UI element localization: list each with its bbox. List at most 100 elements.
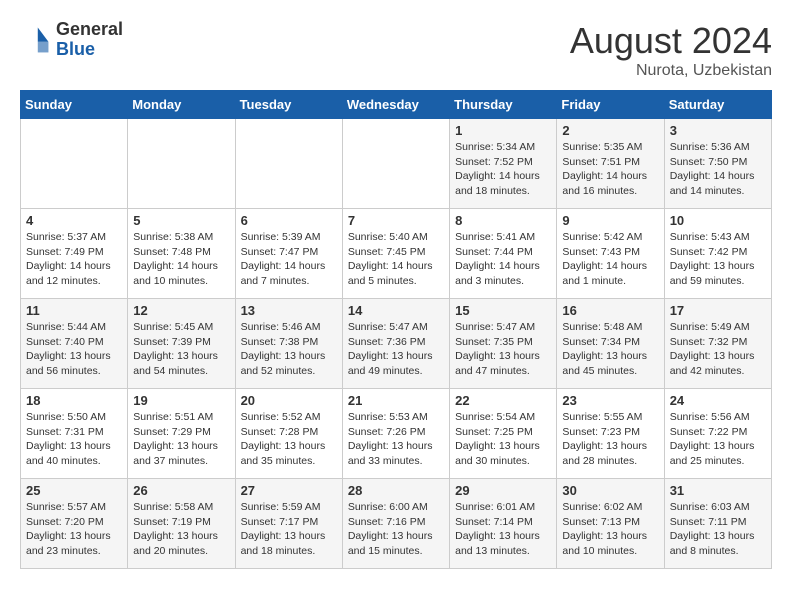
cell-info: Sunrise: 5:52 AM Sunset: 7:28 PM Dayligh… [241, 410, 337, 469]
calendar-cell: 13 Sunrise: 5:46 AM Sunset: 7:38 PM Dayli… [235, 299, 342, 389]
header-friday: Friday [557, 91, 664, 119]
cell-info: Sunrise: 6:03 AM Sunset: 7:11 PM Dayligh… [670, 500, 766, 559]
day-number: 15 [455, 303, 551, 318]
week-row-2: 4 Sunrise: 5:37 AM Sunset: 7:49 PM Daylig… [21, 209, 772, 299]
day-number: 17 [670, 303, 766, 318]
cell-info: Sunrise: 5:59 AM Sunset: 7:17 PM Dayligh… [241, 500, 337, 559]
logo: General Blue [20, 20, 123, 60]
calendar-cell: 17 Sunrise: 5:49 AM Sunset: 7:32 PM Dayli… [664, 299, 771, 389]
day-number: 27 [241, 483, 337, 498]
logo-blue-text: Blue [56, 40, 123, 60]
cell-info: Sunrise: 6:02 AM Sunset: 7:13 PM Dayligh… [562, 500, 658, 559]
cell-info: Sunrise: 6:01 AM Sunset: 7:14 PM Dayligh… [455, 500, 551, 559]
cell-info: Sunrise: 5:38 AM Sunset: 7:48 PM Dayligh… [133, 230, 229, 289]
cell-info: Sunrise: 5:34 AM Sunset: 7:52 PM Dayligh… [455, 140, 551, 199]
cell-info: Sunrise: 5:35 AM Sunset: 7:51 PM Dayligh… [562, 140, 658, 199]
day-number: 4 [26, 213, 122, 228]
day-number: 16 [562, 303, 658, 318]
day-number: 2 [562, 123, 658, 138]
cell-info: Sunrise: 5:42 AM Sunset: 7:43 PM Dayligh… [562, 230, 658, 289]
day-number: 5 [133, 213, 229, 228]
calendar-cell: 1 Sunrise: 5:34 AM Sunset: 7:52 PM Daylig… [450, 119, 557, 209]
header-tuesday: Tuesday [235, 91, 342, 119]
header-monday: Monday [128, 91, 235, 119]
week-row-4: 18Sunrise: 5:50 AM Sunset: 7:31 PM Dayli… [21, 389, 772, 479]
cell-info: Sunrise: 5:55 AM Sunset: 7:23 PM Dayligh… [562, 410, 658, 469]
day-number: 29 [455, 483, 551, 498]
calendar-cell: 8 Sunrise: 5:41 AM Sunset: 7:44 PM Daylig… [450, 209, 557, 299]
calendar-table: SundayMondayTuesdayWednesdayThursdayFrid… [20, 90, 772, 569]
day-number: 21 [348, 393, 444, 408]
cell-info: Sunrise: 5:44 AM Sunset: 7:40 PM Dayligh… [26, 320, 122, 379]
day-number: 14 [348, 303, 444, 318]
cell-info: Sunrise: 5:49 AM Sunset: 7:32 PM Dayligh… [670, 320, 766, 379]
calendar-cell: 16 Sunrise: 5:48 AM Sunset: 7:34 PM Dayli… [557, 299, 664, 389]
day-number: 31 [670, 483, 766, 498]
day-number: 8 [455, 213, 551, 228]
cell-info: Sunrise: 5:37 AM Sunset: 7:49 PM Dayligh… [26, 230, 122, 289]
calendar-cell: 22 Sunrise: 5:54 AM Sunset: 7:25 PM Dayli… [450, 389, 557, 479]
day-number: 19 [133, 393, 229, 408]
cell-info: Sunrise: 5:56 AM Sunset: 7:22 PM Dayligh… [670, 410, 766, 469]
calendar-cell: 3Sunrise: 5:36 AM Sunset: 7:50 PM Daylig… [664, 119, 771, 209]
day-number: 12 [133, 303, 229, 318]
calendar-cell: 28Sunrise: 6:00 AM Sunset: 7:16 PM Dayli… [342, 479, 449, 569]
month-year: August 2024 [570, 20, 772, 62]
calendar-cell: 12 Sunrise: 5:45 AM Sunset: 7:39 PM Dayli… [128, 299, 235, 389]
calendar-cell: 10Sunrise: 5:43 AM Sunset: 7:42 PM Dayli… [664, 209, 771, 299]
calendar-cell: 30Sunrise: 6:02 AM Sunset: 7:13 PM Dayli… [557, 479, 664, 569]
calendar-cell: 29 Sunrise: 6:01 AM Sunset: 7:14 PM Dayli… [450, 479, 557, 569]
logo-text: General Blue [56, 20, 123, 60]
calendar-body: 1 Sunrise: 5:34 AM Sunset: 7:52 PM Daylig… [21, 119, 772, 569]
day-number: 1 [455, 123, 551, 138]
header-row: SundayMondayTuesdayWednesdayThursdayFrid… [21, 91, 772, 119]
calendar-cell: 9 Sunrise: 5:42 AM Sunset: 7:43 PM Daylig… [557, 209, 664, 299]
cell-info: Sunrise: 5:43 AM Sunset: 7:42 PM Dayligh… [670, 230, 766, 289]
cell-info: Sunrise: 5:39 AM Sunset: 7:47 PM Dayligh… [241, 230, 337, 289]
cell-info: Sunrise: 5:45 AM Sunset: 7:39 PM Dayligh… [133, 320, 229, 379]
calendar-cell: 7Sunrise: 5:40 AM Sunset: 7:45 PM Daylig… [342, 209, 449, 299]
day-number: 13 [241, 303, 337, 318]
calendar-cell: 23Sunrise: 5:55 AM Sunset: 7:23 PM Dayli… [557, 389, 664, 479]
page-header: General Blue August 2024 Nurota, Uzbekis… [20, 20, 772, 80]
day-number: 28 [348, 483, 444, 498]
calendar-cell [21, 119, 128, 209]
calendar-header: SundayMondayTuesdayWednesdayThursdayFrid… [21, 91, 772, 119]
header-thursday: Thursday [450, 91, 557, 119]
calendar-cell: 5 Sunrise: 5:38 AM Sunset: 7:48 PM Daylig… [128, 209, 235, 299]
calendar-cell [128, 119, 235, 209]
logo-icon [20, 24, 52, 56]
day-number: 24 [670, 393, 766, 408]
cell-info: Sunrise: 5:40 AM Sunset: 7:45 PM Dayligh… [348, 230, 444, 289]
logo-general-text: General [56, 20, 123, 40]
week-row-1: 1 Sunrise: 5:34 AM Sunset: 7:52 PM Daylig… [21, 119, 772, 209]
location: Nurota, Uzbekistan [570, 62, 772, 80]
calendar-cell: 31 Sunrise: 6:03 AM Sunset: 7:11 PM Dayli… [664, 479, 771, 569]
day-number: 22 [455, 393, 551, 408]
calendar-cell: 19 Sunrise: 5:51 AM Sunset: 7:29 PM Dayli… [128, 389, 235, 479]
cell-info: Sunrise: 5:41 AM Sunset: 7:44 PM Dayligh… [455, 230, 551, 289]
calendar-cell: 21Sunrise: 5:53 AM Sunset: 7:26 PM Dayli… [342, 389, 449, 479]
calendar-cell: 18Sunrise: 5:50 AM Sunset: 7:31 PM Dayli… [21, 389, 128, 479]
title-block: August 2024 Nurota, Uzbekistan [570, 20, 772, 80]
calendar-cell: 24 Sunrise: 5:56 AM Sunset: 7:22 PM Dayli… [664, 389, 771, 479]
cell-info: Sunrise: 5:47 AM Sunset: 7:35 PM Dayligh… [455, 320, 551, 379]
header-sunday: Sunday [21, 91, 128, 119]
day-number: 20 [241, 393, 337, 408]
calendar-cell: 27 Sunrise: 5:59 AM Sunset: 7:17 PM Dayli… [235, 479, 342, 569]
cell-info: Sunrise: 5:51 AM Sunset: 7:29 PM Dayligh… [133, 410, 229, 469]
cell-info: Sunrise: 5:48 AM Sunset: 7:34 PM Dayligh… [562, 320, 658, 379]
day-number: 26 [133, 483, 229, 498]
day-number: 11 [26, 303, 122, 318]
calendar-cell [235, 119, 342, 209]
cell-info: Sunrise: 5:46 AM Sunset: 7:38 PM Dayligh… [241, 320, 337, 379]
day-number: 9 [562, 213, 658, 228]
day-number: 6 [241, 213, 337, 228]
cell-info: Sunrise: 5:47 AM Sunset: 7:36 PM Dayligh… [348, 320, 444, 379]
calendar-cell [342, 119, 449, 209]
header-saturday: Saturday [664, 91, 771, 119]
cell-info: Sunrise: 5:54 AM Sunset: 7:25 PM Dayligh… [455, 410, 551, 469]
calendar-cell: 20 Sunrise: 5:52 AM Sunset: 7:28 PM Dayli… [235, 389, 342, 479]
cell-info: Sunrise: 5:50 AM Sunset: 7:31 PM Dayligh… [26, 410, 122, 469]
cell-info: Sunrise: 5:57 AM Sunset: 7:20 PM Dayligh… [26, 500, 122, 559]
